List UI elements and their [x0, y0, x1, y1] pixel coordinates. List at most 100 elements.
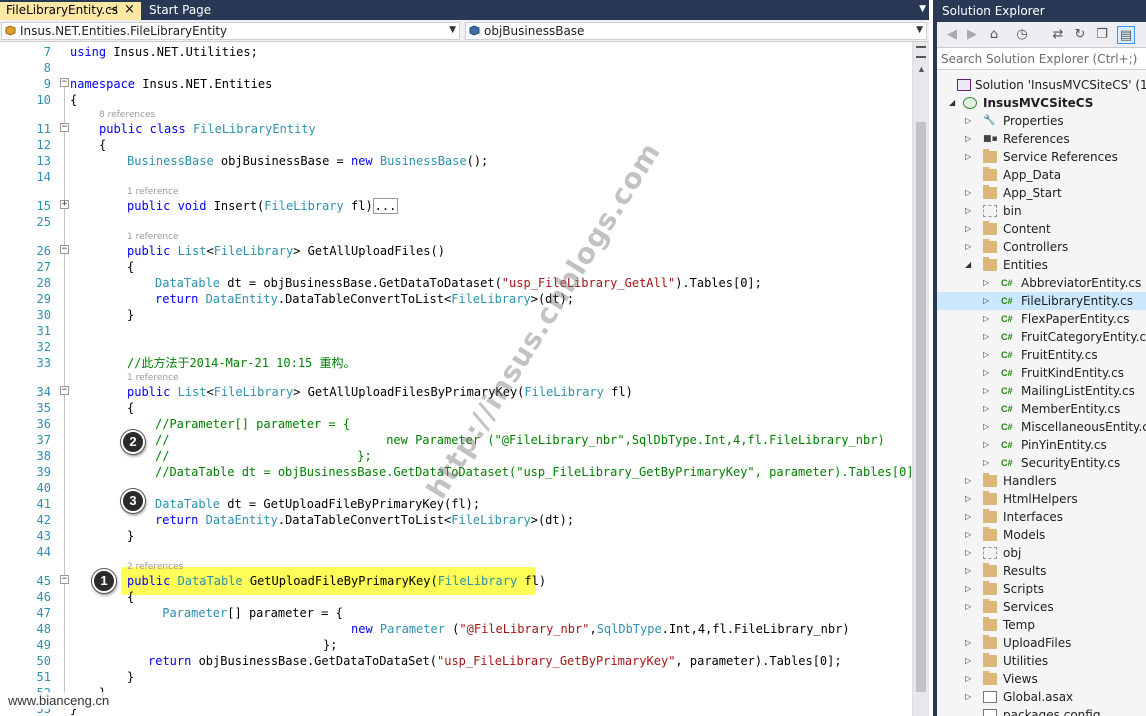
expand-arrow-icon[interactable]: ▷ [965, 490, 975, 508]
collapse-all-icon[interactable]: ❐ [1093, 26, 1111, 44]
expand-arrow-icon[interactable]: ▷ [965, 238, 975, 256]
code-area[interactable]: 7 using Insus.NET.Utilities; 8 9 namespace I… [0, 42, 912, 716]
collapse-icon[interactable]: − [60, 245, 69, 254]
tab-start-page[interactable]: Start Page [143, 2, 217, 20]
tab-dropdown-icon[interactable]: ▼ [919, 4, 926, 14]
expand-arrow-icon[interactable]: ▷ [965, 544, 975, 562]
code-line[interactable]: public List<FileLibrary> GetAllUploadFil… [127, 243, 445, 259]
solution-search-input[interactable]: Search Solution Explorer (Ctrl+;) [937, 48, 1146, 70]
expand-arrow-icon[interactable]: ▷ [965, 112, 975, 130]
code-line[interactable]: { [99, 137, 106, 153]
expand-arrow-icon[interactable]: ▷ [965, 472, 975, 490]
expand-arrow-icon[interactable]: ▷ [965, 580, 975, 598]
line-number: 41 [36, 497, 51, 511]
code-line[interactable]: using Insus.NET.Utilities; [70, 44, 258, 60]
expand-arrow-icon[interactable]: ▷ [983, 364, 993, 382]
expand-arrow-icon[interactable]: ▷ [965, 526, 975, 544]
expand-arrow-icon[interactable]: ▷ [965, 508, 975, 526]
expand-arrow-icon[interactable]: ▷ [983, 418, 993, 436]
code-line[interactable]: BusinessBase objBusinessBase = new Busin… [127, 153, 488, 169]
expand-arrow-icon[interactable]: ▷ [983, 274, 993, 292]
reference-count-link[interactable]: 1 reference [127, 373, 179, 383]
expand-arrow-icon[interactable]: ◢ [949, 94, 959, 112]
expand-arrow-icon[interactable]: ▷ [983, 454, 993, 472]
collapse-icon[interactable]: − [60, 123, 69, 132]
show-all-files-icon[interactable]: ▤ [1117, 26, 1135, 44]
code-line[interactable]: return DataEntity.DataTableConvertToList… [155, 291, 574, 307]
expand-arrow-icon[interactable]: ▷ [965, 670, 975, 688]
code-line[interactable]: DataTable dt = GetUploadFileByPrimaryKey… [155, 496, 480, 512]
forward-icon[interactable]: ▶ [963, 26, 981, 44]
code-line[interactable]: { [70, 92, 77, 108]
code-line[interactable]: return DataEntity.DataTableConvertToList… [155, 512, 574, 528]
code-line[interactable]: //DataTable dt = objBusinessBase.GetData… [155, 464, 912, 480]
expand-arrow-icon[interactable]: ▷ [983, 436, 993, 454]
reference-count-link[interactable]: 8 references [99, 110, 155, 120]
code-line[interactable]: // }; [155, 448, 372, 464]
code-line[interactable]: DataTable dt = objBusinessBase.GetDataTo… [155, 275, 762, 291]
code-line[interactable]: } [127, 307, 134, 323]
collapse-icon[interactable]: − [60, 575, 69, 584]
code-line[interactable]: return objBusinessBase.GetDataToDataSet(… [148, 653, 842, 669]
code-line[interactable]: { [127, 400, 134, 416]
tree-item-label: Global.asax [1003, 690, 1074, 704]
code-line[interactable]: // new Parameter ("@FileLibrary_nbr",Sql… [155, 432, 885, 448]
pending-changes-filter-icon[interactable]: ◷ [1013, 26, 1031, 44]
sync-icon[interactable]: ⇄ [1049, 26, 1067, 44]
expand-arrow-icon[interactable]: ▷ [965, 562, 975, 580]
refresh-icon[interactable]: ↻ [1071, 26, 1089, 44]
collapse-icon[interactable]: − [60, 78, 69, 87]
open-folder-icon [983, 257, 997, 271]
expand-arrow-icon[interactable]: ▷ [983, 328, 993, 346]
type-dropdown[interactable]: Insus.NET.Entities.FileLibraryEntity ▼ [1, 22, 460, 40]
scroll-up-icon[interactable]: ▲ [917, 64, 926, 74]
code-line[interactable]: } [127, 669, 134, 685]
expand-arrow-icon[interactable]: ▷ [983, 346, 993, 364]
code-line[interactable]: new Parameter ("@FileLibrary_nbr",SqlDbT… [351, 621, 850, 637]
code-line[interactable]: namespace Insus.NET.Entities [70, 76, 272, 92]
expand-arrow-icon[interactable]: ▷ [965, 130, 975, 148]
collapse-icon[interactable]: − [60, 386, 69, 395]
expand-arrow-icon[interactable]: ▷ [965, 652, 975, 670]
code-line[interactable]: public DataTable GetUploadFileByPrimaryK… [127, 573, 546, 589]
scroll-thumb[interactable] [916, 122, 926, 692]
expand-arrow-icon[interactable]: ▷ [965, 688, 975, 706]
expand-arrow-icon[interactable]: ▷ [965, 184, 975, 202]
expand-arrow-icon[interactable]: ▷ [983, 310, 993, 328]
close-icon[interactable]: × [124, 2, 135, 17]
code-line[interactable]: //Parameter[] parameter = { [155, 416, 350, 432]
code-editor[interactable]: FileLibraryEntity.cs ⊣ × Start Page ▼ In… [0, 0, 929, 716]
expand-arrow-icon[interactable]: ▷ [983, 400, 993, 418]
expand-arrow-icon[interactable]: ▷ [965, 634, 975, 652]
reference-count-link[interactable]: 1 reference [127, 187, 179, 197]
expand-arrow-icon[interactable]: ▷ [965, 598, 975, 616]
expand-arrow-icon[interactable]: ▷ [965, 220, 975, 238]
pin-icon[interactable]: ⊣ [108, 3, 118, 16]
splitter-icon[interactable] [916, 46, 926, 58]
expand-arrow-icon[interactable]: ▷ [983, 382, 993, 400]
code-line[interactable]: { [127, 589, 134, 605]
collapse-arrow-icon[interactable]: ◢ [965, 256, 975, 274]
vertical-scrollbar[interactable]: ▲ [912, 42, 929, 716]
home-icon[interactable]: ⌂ [985, 26, 1003, 44]
code-line[interactable]: }; [323, 637, 337, 653]
reference-count-link[interactable]: 2 references [127, 562, 183, 572]
code-line[interactable]: public List<FileLibrary> GetAllUploadFil… [127, 384, 633, 400]
code-line[interactable]: //此方法于2014-Mar-21 10:15 重构。 [127, 355, 356, 371]
code-line[interactable]: Parameter[] parameter = { [155, 605, 343, 621]
expand-arrow-icon[interactable]: ▷ [965, 202, 975, 220]
expand-arrow-icon[interactable]: ▷ [965, 148, 975, 166]
reference-count-link[interactable]: 1 reference [127, 232, 179, 242]
code-line[interactable]: } [127, 528, 134, 544]
line-number: 39 [36, 465, 51, 479]
back-icon[interactable]: ◀ [943, 26, 961, 44]
tree-item[interactable]: ▷ C# FileLibraryEntity.cs [937, 292, 1146, 310]
member-dropdown[interactable]: objBusinessBase ▼ [465, 22, 927, 40]
code-line[interactable]: public class FileLibraryEntity [99, 121, 316, 137]
expand-icon[interactable]: + [60, 200, 69, 209]
expand-arrow-icon[interactable]: ▷ [983, 292, 993, 310]
code-line[interactable]: { [127, 259, 134, 275]
tree-item-label: App_Start [1003, 186, 1062, 200]
tab-filelibraryentity[interactable]: FileLibraryEntity.cs ⊣ × [0, 2, 141, 20]
code-line[interactable]: public void Insert(FileLibrary fl)... [127, 198, 399, 214]
